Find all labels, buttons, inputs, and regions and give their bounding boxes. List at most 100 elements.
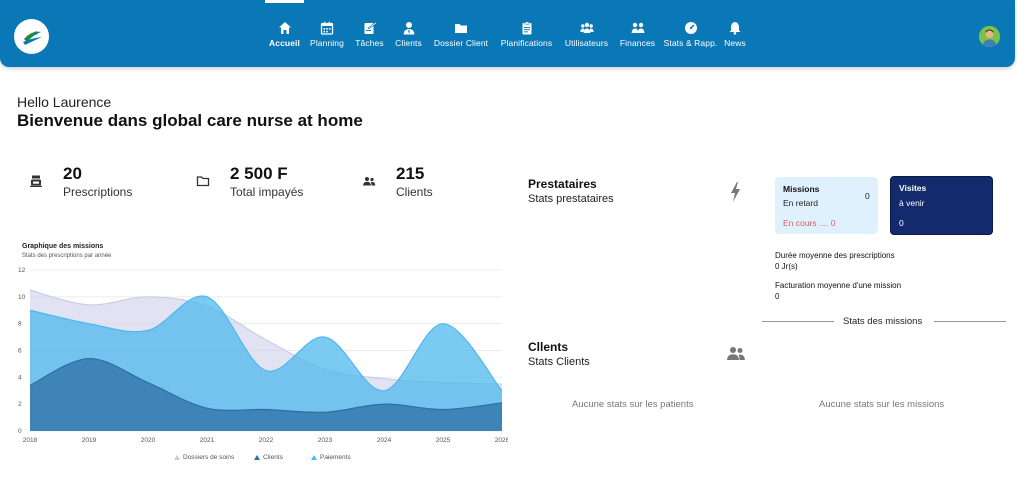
user-avatar[interactable] xyxy=(979,26,1000,47)
y-tick-label: 6 xyxy=(18,348,22,355)
stat-label: Clients xyxy=(396,185,433,199)
bolt-icon xyxy=(731,182,740,202)
clients-section-subtitle: Stats Clients xyxy=(528,356,590,368)
x-tick-label: 2026 xyxy=(495,437,508,444)
missions-late-label: En retard xyxy=(783,198,818,208)
nav-label: Dossier Client xyxy=(433,38,489,48)
client-icon xyxy=(403,22,414,35)
y-tick-label: 4 xyxy=(18,374,22,381)
prestataires-title: Prestataires xyxy=(528,177,597,191)
nav-item-stats-rapports[interactable]: Stats & Rapp. xyxy=(661,0,720,67)
folder-icon xyxy=(455,24,467,33)
y-tick-label: 12 xyxy=(18,267,26,274)
x-tick-label: 2023 xyxy=(318,437,333,444)
missions-card[interactable]: Missions 0 En retard En cours .... 0 xyxy=(775,177,878,234)
divider-line-left xyxy=(762,321,834,322)
legend-marker xyxy=(311,455,317,460)
clipboard-icon xyxy=(522,21,531,35)
visites-subtitle: à venir xyxy=(899,198,925,208)
legend-label: Paiements xyxy=(320,454,351,461)
users-icon xyxy=(363,177,376,186)
x-tick-label: 2022 xyxy=(259,437,274,444)
missions-empty-text: Aucune stats sur les missions xyxy=(819,399,945,410)
nav-item-dossier-client[interactable]: Dossier Client xyxy=(428,0,494,67)
facturation-value: 0 xyxy=(775,292,780,301)
nav-item-utilisateurs[interactable]: Utilisateurs xyxy=(559,0,614,67)
nav-item-news[interactable]: News xyxy=(720,0,750,67)
home-icon xyxy=(278,22,291,34)
legend-item: Dossiers de soins xyxy=(174,454,235,461)
bell-icon xyxy=(729,22,741,35)
dashboard-page: Accueil Planning Tâches Clients Dossier … xyxy=(0,0,1017,483)
users-icon xyxy=(727,347,745,360)
nav-label: Planifications xyxy=(500,38,553,48)
y-tick-label: 0 xyxy=(18,428,22,435)
stat-value: 2 500 F xyxy=(230,164,288,183)
nav-label: Planning xyxy=(310,38,344,48)
x-tick-label: 2020 xyxy=(141,437,156,444)
nav-item-planning[interactable]: Planning xyxy=(304,0,350,67)
missions-title: Missions xyxy=(783,184,820,194)
nav-label: Stats & Rapp. xyxy=(663,38,718,48)
nav-label: Tâches xyxy=(355,38,384,48)
nav-label: Accueil xyxy=(269,38,300,48)
nav-item-finances[interactable]: Finances xyxy=(614,0,661,67)
nav-label: Clients xyxy=(395,38,422,48)
hello-text: Hello Laurence xyxy=(17,94,112,110)
nav-label: Finances xyxy=(619,38,656,48)
x-tick-label: 2019 xyxy=(82,437,97,444)
folder-icon xyxy=(196,176,210,187)
visites-card[interactable]: Visites à venir 0 xyxy=(890,176,993,235)
coins-icon xyxy=(631,22,644,33)
facturation-label: Facturation moyenne d'une mission xyxy=(775,281,902,290)
y-tick-label: 8 xyxy=(18,321,22,328)
nav-item-accueil[interactable]: Accueil xyxy=(265,0,304,67)
duree-value: 0 Jr(s) xyxy=(775,262,798,271)
x-tick-label: 2024 xyxy=(377,437,392,444)
legend-marker xyxy=(174,455,180,460)
legend-marker xyxy=(254,455,260,460)
legend-label: Clients xyxy=(263,454,284,461)
missions-count: 0 xyxy=(865,191,870,201)
app-logo[interactable] xyxy=(14,19,49,54)
stat-label: Total impayés xyxy=(230,185,304,199)
calendar-icon xyxy=(320,21,334,35)
y-tick-label: 10 xyxy=(18,294,26,301)
duree-label: Durée moyenne des prescriptions xyxy=(775,251,895,260)
main-nav: Accueil Planning Tâches Clients Dossier … xyxy=(265,0,750,67)
stat-value: 215 xyxy=(396,164,425,183)
prestataires-subtitle: Stats prestataires xyxy=(528,193,614,205)
top-navbar: Accueil Planning Tâches Clients Dossier … xyxy=(0,0,1015,67)
nav-label: Utilisateurs xyxy=(564,38,609,48)
x-tick-label: 2021 xyxy=(200,437,215,444)
stat-value: 20 xyxy=(63,164,82,183)
visites-title: Visites xyxy=(899,183,927,193)
y-tick-label: 2 xyxy=(18,401,22,408)
welcome-heading: Bienvenue dans global care nurse at home xyxy=(17,111,363,130)
nav-item-taches[interactable]: Tâches xyxy=(350,0,389,67)
clients-section-title: Cllents xyxy=(528,340,569,354)
nav-label: News xyxy=(724,38,746,48)
missions-chart-card: Graphique des missions Stats des prescri… xyxy=(14,238,508,470)
missions-area-chart: 0 2 4 6 8 10 12 2018 2019 2020 2021 2022 2023 2024 202… xyxy=(18,267,508,461)
stat-prescriptions: 20 Prescriptions xyxy=(29,164,132,200)
nav-item-planifications[interactable]: Planifications xyxy=(494,0,559,67)
stat-label: Prescriptions xyxy=(63,185,133,199)
users-icon xyxy=(579,22,594,33)
legend-label: Dossiers de soins xyxy=(183,454,235,461)
divider-line-right xyxy=(934,321,1006,322)
task-icon xyxy=(364,21,377,34)
prescription-icon xyxy=(30,175,42,187)
visites-count: 0 xyxy=(899,218,904,228)
x-tick-label: 2025 xyxy=(436,437,451,444)
clients-empty-text: Aucune stats sur les patients xyxy=(572,399,694,410)
legend-item: Paiements xyxy=(311,454,351,461)
gauge-icon xyxy=(684,22,697,34)
stats-missions-label: Stats des missions xyxy=(843,316,923,327)
stat-impayes: 2 500 F Total impayés xyxy=(196,164,303,200)
nav-item-clients[interactable]: Clients xyxy=(389,0,428,67)
stat-clients: 215 Clients xyxy=(362,164,433,200)
x-tick-label: 2018 xyxy=(23,437,38,444)
missions-in-progress: En cours .... 0 xyxy=(783,218,836,228)
legend-item: Clients xyxy=(254,454,284,461)
